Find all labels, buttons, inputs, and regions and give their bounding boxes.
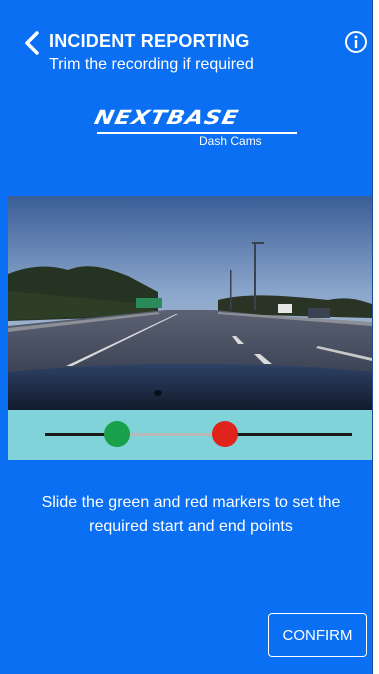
- info-icon: [345, 31, 367, 53]
- back-button[interactable]: [22, 30, 44, 56]
- logo-tagline: Dash Cams: [199, 134, 262, 148]
- track-after-end: [225, 433, 352, 436]
- page-title: INCIDENT REPORTING: [49, 31, 250, 51]
- start-marker-handle[interactable]: [104, 421, 130, 447]
- trim-slider[interactable]: [8, 410, 372, 460]
- page-subtitle: Trim the recording if required: [49, 56, 254, 73]
- chevron-left-icon: [25, 31, 39, 55]
- road-scene-image: [8, 196, 372, 410]
- incident-reporting-screen: INCIDENT REPORTING Trim the recording if…: [0, 0, 373, 674]
- logo-brand: NEXTBASE: [92, 107, 242, 130]
- instructions-text: Slide the green and red markers to set t…: [41, 494, 341, 535]
- nextbase-logo: NEXTBASE Dash Cams: [92, 107, 297, 148]
- track-selected-range: [117, 433, 225, 436]
- end-marker-handle[interactable]: [212, 421, 238, 447]
- confirm-button[interactable]: CONFIRM: [268, 613, 367, 657]
- info-button[interactable]: [344, 30, 368, 54]
- logo-underline: [97, 132, 297, 134]
- video-preview: [8, 196, 372, 410]
